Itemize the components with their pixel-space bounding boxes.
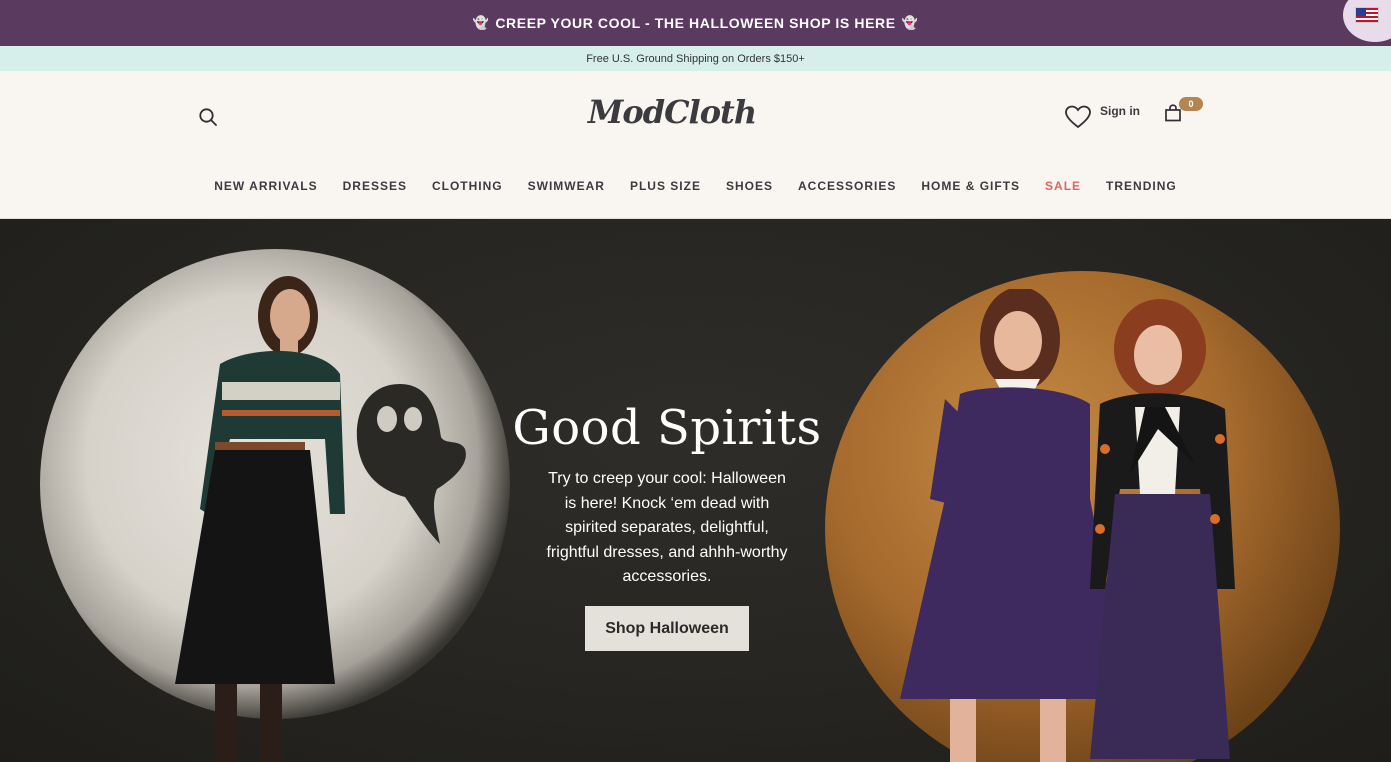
nav-item-clothing[interactable]: CLOTHING bbox=[432, 179, 503, 193]
shipping-text: Free U.S. Ground Shipping on Orders $150… bbox=[586, 52, 805, 65]
nav-item-shoes[interactable]: SHOES bbox=[726, 179, 773, 193]
region-selector[interactable] bbox=[1343, 0, 1391, 42]
hero-description: Try to creep your cool: Halloween is her… bbox=[546, 470, 788, 585]
nav-item-trending[interactable]: TRENDING bbox=[1106, 179, 1177, 193]
search-icon bbox=[199, 108, 217, 126]
cart-count-badge: 0 bbox=[1179, 97, 1203, 111]
site-logo[interactable]: ModCloth bbox=[584, 93, 760, 131]
ghost-shadow-image bbox=[356, 384, 466, 544]
sign-in-link[interactable]: Sign in bbox=[1100, 104, 1140, 118]
nav-item-accessories[interactable]: ACCESSORIES bbox=[798, 179, 896, 193]
hero-title: Good Spirits bbox=[512, 400, 822, 456]
main-nav: NEW ARRIVALS DRESSES CLOTHING SWIMWEAR P… bbox=[0, 179, 1391, 193]
nav-item-new-arrivals[interactable]: NEW ARRIVALS bbox=[214, 179, 317, 193]
promo-text[interactable]: CREEP YOUR COOL - THE HALLOWEEN SHOP IS … bbox=[495, 15, 895, 31]
wishlist-button[interactable] bbox=[1064, 104, 1092, 130]
promo-bar[interactable]: 👻 CREEP YOUR COOL - THE HALLOWEEN SHOP I… bbox=[0, 0, 1391, 46]
ghost-emoji-right: 👻 bbox=[901, 15, 919, 30]
heart-icon bbox=[1065, 105, 1091, 129]
models-image-right bbox=[900, 289, 1235, 762]
model-image-left bbox=[175, 276, 345, 762]
shipping-bar: Free U.S. Ground Shipping on Orders $150… bbox=[0, 46, 1391, 71]
ghost-emoji-left: 👻 bbox=[472, 15, 490, 30]
hero-banner[interactable]: Good Spirits Try to creep your cool: Hal… bbox=[0, 219, 1391, 762]
nav-item-home-gifts[interactable]: HOME & GIFTS bbox=[921, 179, 1020, 193]
nav-item-dresses[interactable]: DRESSES bbox=[343, 179, 407, 193]
search-button[interactable] bbox=[196, 105, 220, 129]
nav-item-sale[interactable]: SALE bbox=[1045, 179, 1081, 193]
shop-halloween-button[interactable]: Shop Halloween bbox=[585, 605, 749, 651]
us-flag-icon bbox=[1355, 7, 1379, 23]
nav-item-plus-size[interactable]: PLUS SIZE bbox=[630, 179, 701, 193]
site-header: ModCloth Sign in 0 NEW ARRIVALS DRESSES … bbox=[0, 71, 1391, 219]
nav-item-swimwear[interactable]: SWIMWEAR bbox=[528, 179, 605, 193]
hero-copy: Good Spirits Try to creep your cool: Hal… bbox=[486, 397, 848, 651]
